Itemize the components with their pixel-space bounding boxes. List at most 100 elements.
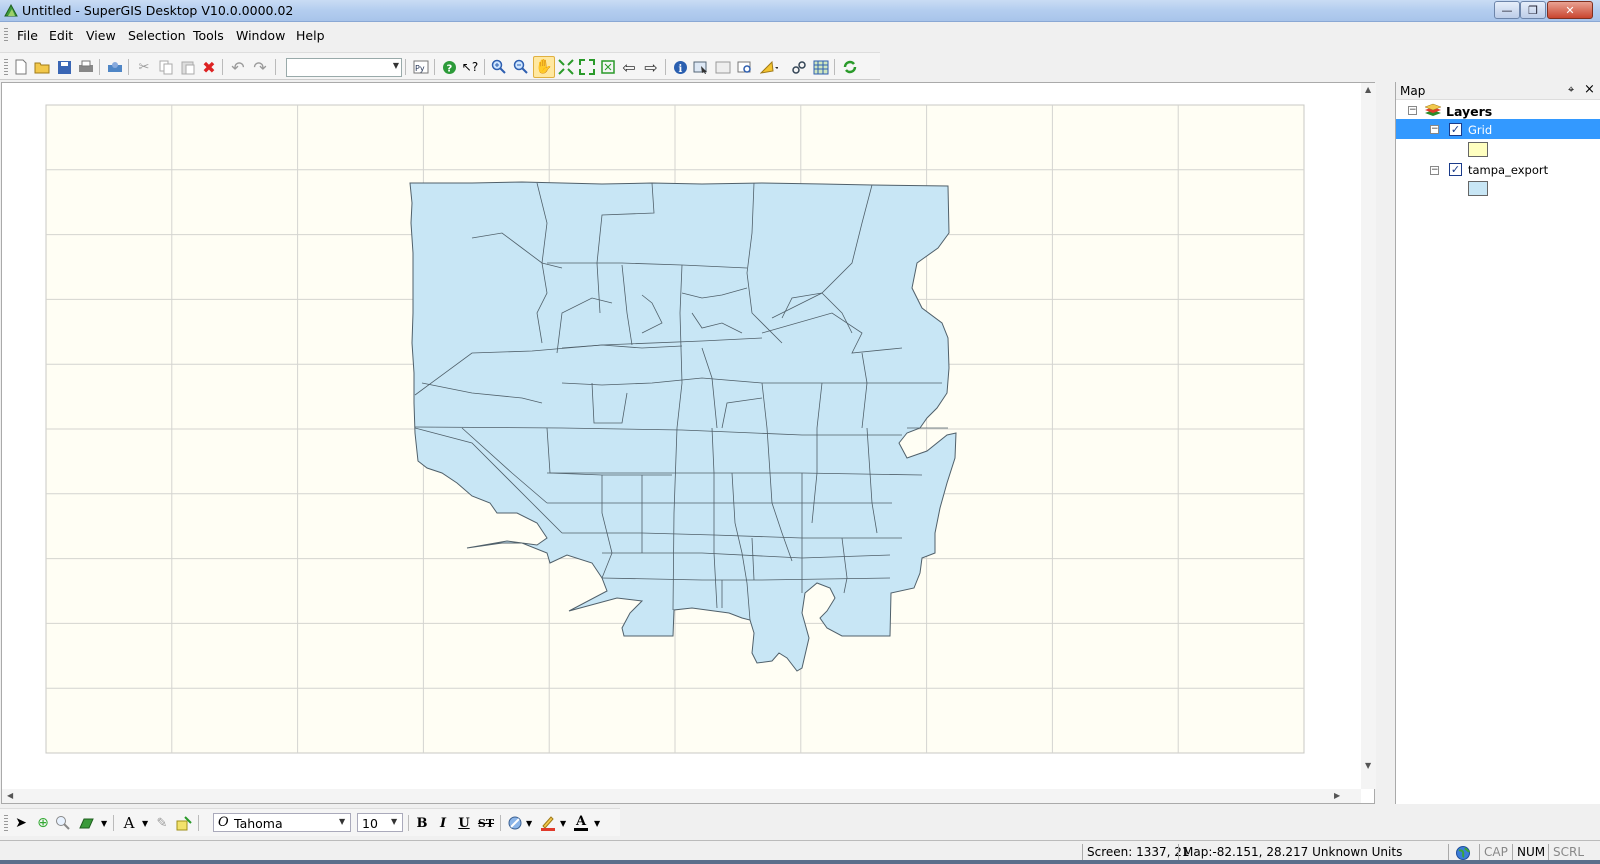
pan-icon[interactable]: ✋: [533, 56, 555, 78]
print-icon[interactable]: [77, 58, 95, 76]
full-extent-icon[interactable]: [557, 58, 575, 76]
opentype-font-icon: O: [218, 815, 229, 830]
drawbar-grip-icon[interactable]: [4, 815, 8, 831]
text-tool-icon[interactable]: A: [120, 814, 138, 832]
maximize-button[interactable]: ❐: [1520, 1, 1546, 19]
underline-button[interactable]: U: [455, 814, 473, 832]
close-button[interactable]: ✕: [1547, 1, 1593, 19]
paste-icon[interactable]: [179, 58, 197, 76]
back-extent-icon[interactable]: ⇦: [620, 58, 638, 77]
svg-text:?: ?: [446, 63, 452, 74]
zoom-whole-page-icon[interactable]: [54, 814, 72, 832]
chevron-down-icon[interactable]: ▼: [339, 817, 345, 826]
scroll-down-icon[interactable]: ▼: [1365, 761, 1371, 770]
menu-view[interactable]: View: [86, 28, 116, 43]
menu-selection[interactable]: Selection: [128, 28, 186, 43]
font-name-value: Tahoma: [234, 816, 283, 831]
menu-file[interactable]: File: [17, 28, 38, 43]
font-color-button[interactable]: A: [572, 814, 590, 832]
help-icon[interactable]: ?: [440, 58, 458, 76]
menu-window[interactable]: Window: [236, 28, 285, 43]
forward-extent-icon[interactable]: ⇨: [642, 58, 660, 77]
font-color-swatch: [574, 827, 588, 831]
maximize-icon: ❐: [1528, 3, 1538, 17]
redo-icon[interactable]: ↷: [251, 58, 269, 77]
font-size-combo[interactable]: 10 ▼: [357, 813, 403, 832]
tampa-export-symbol-swatch[interactable]: [1468, 181, 1488, 196]
close-icon[interactable]: ×: [1584, 82, 1595, 97]
tampa-export-visibility-checkbox[interactable]: ✓: [1449, 163, 1462, 176]
toolbar-separator: [222, 59, 223, 75]
save-icon[interactable]: [55, 58, 73, 76]
clear-selection-icon[interactable]: [714, 58, 732, 76]
italic-button[interactable]: I: [434, 814, 452, 832]
strikethrough-button[interactable]: ST: [477, 814, 495, 832]
bold-button[interactable]: B: [413, 814, 431, 832]
chevron-down-icon[interactable]: ▼: [526, 819, 532, 828]
menu-edit[interactable]: Edit: [49, 28, 73, 43]
grid-visibility-checkbox[interactable]: ✓: [1449, 123, 1462, 136]
grid-collapse-icon[interactable]: −: [1430, 125, 1439, 134]
measure-icon[interactable]: [760, 58, 778, 76]
map-view[interactable]: ▲ ▼ ◀ ▶: [1, 82, 1376, 804]
refresh-icon[interactable]: [841, 58, 859, 76]
pin-icon[interactable]: ⌖: [1568, 83, 1574, 97]
fixed-zoom-icon[interactable]: [578, 58, 596, 76]
undo-icon[interactable]: ↶: [229, 58, 247, 77]
font-name-combo[interactable]: O Tahoma ▼: [213, 813, 351, 832]
identify-icon[interactable]: i: [671, 58, 689, 76]
hyperlink-icon[interactable]: [790, 58, 808, 76]
menu-grip-icon[interactable]: [4, 28, 8, 42]
overview-icon[interactable]: [812, 58, 830, 76]
font-size-value: 10: [362, 816, 378, 831]
vertical-scrollbar[interactable]: ▲ ▼: [1361, 83, 1376, 789]
context-help-icon[interactable]: ↖?: [461, 58, 479, 76]
chevron-down-icon[interactable]: ▼: [391, 817, 397, 826]
grid-symbol-swatch[interactable]: [1468, 142, 1488, 157]
menu-help[interactable]: Help: [296, 28, 325, 43]
line-color-icon[interactable]: [539, 814, 557, 832]
layer-name-tampa-export[interactable]: tampa_export: [1468, 163, 1548, 177]
chevron-down-icon[interactable]: ▼: [393, 61, 399, 70]
zoom-in-icon[interactable]: [490, 58, 508, 76]
layers-root-label[interactable]: Layers: [1446, 104, 1492, 119]
svg-text:i: i: [678, 64, 682, 75]
scroll-right-icon[interactable]: ▶: [1334, 791, 1340, 800]
toolbar-separator: [500, 815, 501, 831]
layer-name-grid[interactable]: Grid: [1468, 123, 1492, 137]
toolbar-separator: [834, 59, 835, 75]
select-element-icon[interactable]: ➤: [12, 814, 30, 832]
new-file-icon[interactable]: [12, 58, 30, 76]
new-annotation-icon[interactable]: [175, 814, 193, 832]
layers-collapse-icon[interactable]: −: [1408, 106, 1417, 115]
menu-tools[interactable]: Tools: [193, 28, 224, 43]
fill-color-icon[interactable]: [506, 814, 524, 832]
chevron-down-icon[interactable]: ▼: [101, 819, 107, 828]
delete-icon[interactable]: ✖: [200, 58, 218, 77]
scroll-up-icon[interactable]: ▲: [1365, 85, 1371, 94]
zoom-to-layer-icon[interactable]: [599, 58, 617, 76]
draw-shape-icon[interactable]: [78, 814, 96, 832]
tampa-export-collapse-icon[interactable]: −: [1430, 166, 1439, 175]
map-scale-combo[interactable]: ▼: [286, 58, 402, 77]
edit-vertices-icon[interactable]: ✎: [153, 814, 171, 832]
chevron-down-icon[interactable]: ▼: [594, 819, 600, 828]
copy-icon[interactable]: [157, 58, 175, 76]
map-canvas[interactable]: [2, 83, 1361, 789]
layer-row-grid[interactable]: [1396, 119, 1600, 139]
chevron-down-icon[interactable]: ▼: [560, 819, 566, 828]
toolbar-separator: [405, 59, 406, 75]
open-folder-icon[interactable]: [33, 58, 51, 76]
horizontal-scrollbar[interactable]: ◀ ▶: [2, 789, 1361, 803]
cut-icon[interactable]: ✂: [135, 58, 153, 76]
scroll-left-icon[interactable]: ◀: [7, 791, 13, 800]
toolbar-grip-icon[interactable]: [4, 59, 8, 75]
print-preview-icon[interactable]: [106, 58, 124, 76]
python-icon[interactable]: Py: [412, 58, 430, 76]
minimize-button[interactable]: —: [1494, 1, 1520, 19]
select-features-icon[interactable]: [692, 58, 710, 76]
find-icon[interactable]: [736, 58, 754, 76]
zoom-out-icon[interactable]: [512, 58, 530, 76]
rotate-icon[interactable]: ⊕: [34, 814, 52, 832]
chevron-down-icon[interactable]: ▼: [142, 819, 148, 828]
